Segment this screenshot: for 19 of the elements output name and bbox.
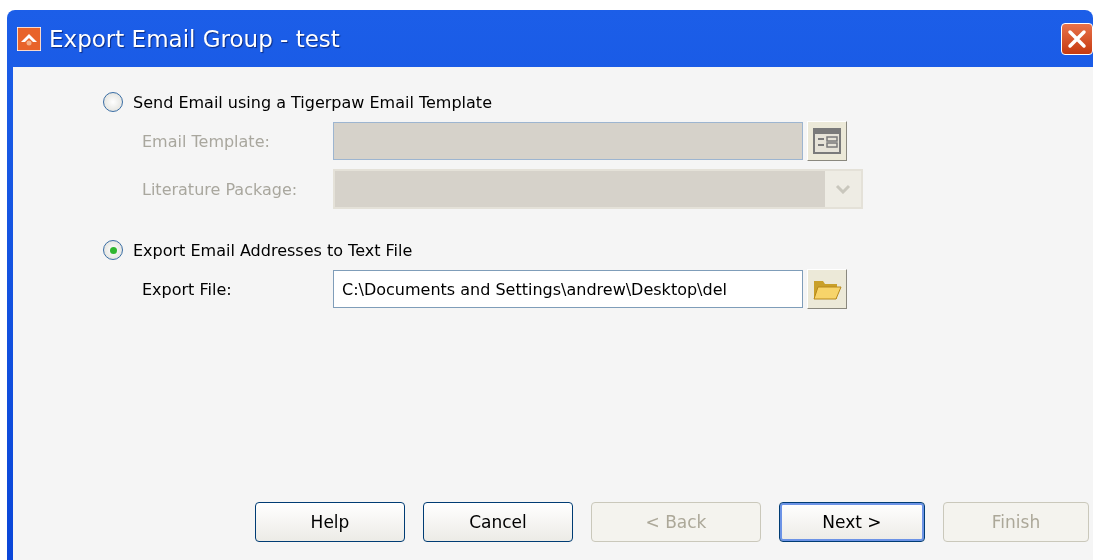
field-label: Email Template: xyxy=(142,131,271,151)
dialog-button[interactable]: Help xyxy=(255,502,405,542)
option-label: Export Email Addresses to Text File xyxy=(133,240,413,260)
radio-button[interactable] xyxy=(103,92,123,112)
window-title: Export Email Group - test xyxy=(49,25,341,52)
app-logo-icon xyxy=(17,26,41,51)
form-button[interactable] xyxy=(807,121,847,161)
input-field[interactable]: C:\Documents and Settings\andrew\Desktop\del xyxy=(333,270,803,308)
chevron-down-icon xyxy=(835,184,851,194)
form-icon xyxy=(813,128,841,154)
close-icon xyxy=(1067,28,1087,49)
field-label: Literature Package: xyxy=(142,179,299,199)
dialog-button[interactable]: Cancel xyxy=(423,502,573,542)
option-label: Send Email using a Tigerpaw Email Template xyxy=(133,92,492,112)
field-label: Export File: xyxy=(142,279,233,299)
dialog-button[interactable]: Next > xyxy=(779,502,925,542)
folder-button[interactable] xyxy=(807,269,847,309)
close-button[interactable] xyxy=(1061,22,1093,55)
radio-button[interactable] xyxy=(103,240,123,260)
